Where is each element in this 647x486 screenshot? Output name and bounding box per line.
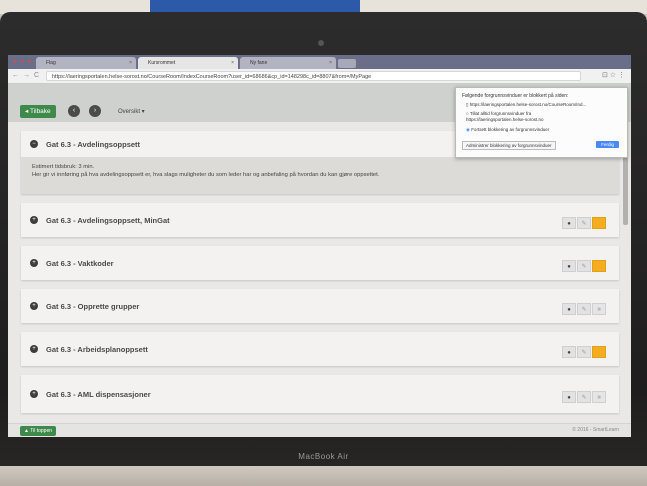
radio-allow[interactable]: ○ Tillat alltid forgrunnsvinduer fra htt…: [466, 111, 576, 123]
folder-icon[interactable]: ■: [592, 346, 606, 358]
browser-tab-strip: ● ● ● Flag × Kursrommet × Ny fane ×: [8, 55, 631, 69]
copyright: © 2016 - SmartLearn: [572, 427, 619, 433]
collapse-icon[interactable]: −: [30, 140, 38, 148]
tab-label: Kursrommet: [148, 60, 176, 66]
expand-icon[interactable]: +: [30, 302, 38, 310]
back-to-top-button[interactable]: ▲ Til toppen: [20, 426, 57, 436]
section-4[interactable]: + Gat 6.3 - Opprette grupper ● ✎ ■: [21, 289, 619, 323]
overview-dropdown[interactable]: Oversikt ▾: [118, 108, 145, 115]
settings-icon[interactable]: ●: [562, 217, 576, 229]
url-field[interactable]: https://laeringsportalen.helse-sorost.no…: [46, 71, 581, 81]
estimated-time: Estimert tidsbruk: 3 min.: [32, 164, 95, 170]
webcam: [318, 40, 324, 46]
edit-icon[interactable]: ✎: [577, 217, 591, 229]
prev-circle-icon[interactable]: ‹: [68, 105, 80, 117]
section-description: Estimert tidsbruk: 3 min. Her gir vi inn…: [21, 157, 619, 194]
allow-label: Tillat alltid forgrunnsvinduer fra https…: [466, 111, 544, 122]
close-icon[interactable]: ×: [129, 57, 132, 69]
tab-label: Flag: [46, 60, 56, 66]
section-title: Gat 6.3 - Arbeidsplanoppsett: [46, 345, 148, 354]
back-label: Tilbake: [29, 108, 51, 115]
folder-icon[interactable]: ■: [592, 303, 606, 315]
folder-icon[interactable]: ■: [592, 217, 606, 229]
caret-down-icon: ▾: [140, 109, 145, 115]
radio-block[interactable]: ◉ Fortsett blokkering av forgrunnsvindue…: [466, 127, 549, 133]
section-2[interactable]: + Gat 6.3 - Avdelingsoppsett, MinGat ● ✎…: [21, 203, 619, 237]
section-actions: ● ✎ ■: [562, 260, 609, 272]
block-label: Fortsett blokkering av forgrunnsvinduer: [471, 127, 550, 132]
section-title: Gat 6.3 - Opprette grupper: [46, 302, 140, 311]
section-title: Gat 6.3 - Avdelingsoppsett: [46, 140, 141, 149]
description-text: Her gir vi innføring på hva avdelingsopp…: [32, 172, 380, 178]
section-5[interactable]: + Gat 6.3 - Arbeidsplanoppsett ● ✎ ■: [21, 332, 619, 366]
popup-blocked-icon[interactable]: ⊡ ☆ ⋮: [602, 71, 625, 79]
section-title: Gat 6.3 - Avdelingsoppsett, MinGat: [46, 216, 170, 225]
edit-icon[interactable]: ✎: [577, 303, 591, 315]
popup-title: Følgende forgrunnsvinduer er blokkert på…: [462, 93, 569, 99]
window-controls[interactable]: ● ● ●: [13, 59, 32, 65]
section-title: Gat 6.3 - Vaktkoder: [46, 259, 114, 268]
back-button[interactable]: ◂ Tilbake: [20, 105, 56, 118]
address-bar: ←→C https://laeringsportalen.helse-soros…: [8, 69, 631, 84]
desk-surface: [0, 466, 647, 486]
back-to-top-label: Til toppen: [30, 428, 53, 434]
new-tab-button[interactable]: [338, 59, 356, 68]
expand-icon[interactable]: +: [30, 390, 38, 398]
edit-icon[interactable]: ✎: [577, 260, 591, 272]
popup-blocker-dialog: Følgende forgrunnsvinduer er blokkert på…: [455, 87, 628, 158]
blocked-link[interactable]: ▯ https://laeringsportalen.helse-sorost.…: [466, 102, 586, 108]
expand-icon[interactable]: +: [30, 216, 38, 224]
section-actions: ● ✎ ■: [562, 391, 609, 403]
section-actions: ● ✎ ■: [562, 217, 609, 229]
settings-icon[interactable]: ●: [562, 260, 576, 272]
folder-icon[interactable]: ■: [592, 391, 606, 403]
screen: ● ● ● Flag × Kursrommet × Ny fane × ←→C …: [8, 55, 631, 437]
edit-icon[interactable]: ✎: [577, 391, 591, 403]
expand-icon[interactable]: +: [30, 345, 38, 353]
done-button[interactable]: Ferdig: [596, 141, 619, 148]
tab-3[interactable]: Ny fane ×: [240, 57, 336, 69]
tab-2[interactable]: Kursrommet ×: [138, 57, 238, 69]
blocked-url: https://laeringsportalen.helse-sorost.no…: [469, 102, 587, 107]
close-icon[interactable]: ×: [231, 57, 234, 69]
close-icon[interactable]: ×: [329, 57, 332, 69]
section-title: Gat 6.3 - AML dispensasjoner: [46, 390, 151, 399]
section-6[interactable]: + Gat 6.3 - AML dispensasjoner ● ✎ ■: [21, 375, 619, 413]
section-3[interactable]: + Gat 6.3 - Vaktkoder ● ✎ ■: [21, 246, 619, 280]
page-footer: ▲ Til toppen © 2016 - SmartLearn: [8, 423, 631, 437]
laptop-brand: MacBook Air: [298, 452, 349, 461]
edit-icon[interactable]: ✎: [577, 346, 591, 358]
overview-label: Oversikt: [118, 109, 141, 115]
tab-label: Ny fane: [250, 60, 268, 66]
settings-icon[interactable]: ●: [562, 303, 576, 315]
course-content: − Gat 6.3 - Avdelingsoppsett Estimert ti…: [21, 131, 619, 423]
section-actions: ● ✎ ■: [562, 303, 609, 315]
expand-icon[interactable]: +: [30, 259, 38, 267]
settings-icon[interactable]: ●: [562, 391, 576, 403]
section-actions: ● ✎ ■: [562, 346, 609, 358]
settings-icon[interactable]: ●: [562, 346, 576, 358]
folder-icon[interactable]: ■: [592, 260, 606, 272]
tab-1[interactable]: Flag ×: [36, 57, 136, 69]
browser-nav-icons[interactable]: ←→C: [12, 72, 43, 79]
next-circle-icon[interactable]: ›: [89, 105, 101, 117]
manage-button[interactable]: Administrer blokkering av forgrunnsvindu…: [462, 141, 556, 150]
